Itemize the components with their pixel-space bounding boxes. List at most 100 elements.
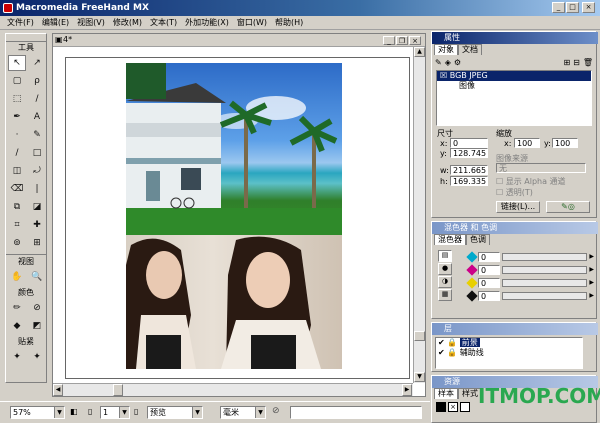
mixer-slider[interactable] xyxy=(502,278,588,287)
horizontal-scroll-thumb[interactable] xyxy=(113,384,123,396)
menu-window[interactable]: 窗口(W) xyxy=(233,16,271,29)
units-select[interactable]: 毫米 ▼ xyxy=(220,406,266,419)
transform-icon[interactable]: ◫ xyxy=(8,163,26,179)
page-icon[interactable]: ▯ xyxy=(88,407,98,418)
lasso-icon[interactable]: ρ xyxy=(28,73,46,89)
slider-arrow-icon[interactable]: ▶ xyxy=(589,253,594,260)
menu-text[interactable]: 文本(T) xyxy=(146,16,181,29)
menu-help[interactable]: 帮助(H) xyxy=(271,16,307,29)
portrait-photo[interactable] xyxy=(126,235,342,369)
scroll-left-arrow[interactable]: ◀ xyxy=(53,384,63,396)
fill-icon[interactable]: ◈ xyxy=(445,58,451,68)
toolbox-grip[interactable] xyxy=(6,34,46,42)
rgb-button[interactable]: ● xyxy=(438,263,452,275)
horizontal-scrollbar[interactable]: ◀ ▶ xyxy=(53,383,413,396)
connector-icon[interactable]: ⊞ xyxy=(28,235,46,251)
snap-guide-icon[interactable]: ✦ xyxy=(28,349,46,365)
layer-row-guides[interactable]: ✔ 🔒 辅助线 xyxy=(436,348,582,358)
pencil-icon[interactable]: ✎ xyxy=(28,127,46,143)
alpha-checkbox[interactable]: ☐ 显示 Alpha 通道 xyxy=(496,176,566,187)
beach-photo[interactable] xyxy=(126,63,342,235)
tab-swatches[interactable]: 样本 xyxy=(434,388,458,399)
x-field[interactable]: 0 xyxy=(450,138,488,148)
eyedropper-icon[interactable]: / xyxy=(28,91,46,107)
list-item-image[interactable]: ☒ BGB JPEG xyxy=(437,71,591,81)
scroll-up-arrow[interactable]: ▲ xyxy=(414,47,425,57)
mixer-slider[interactable] xyxy=(502,291,588,300)
stroke-color-icon[interactable]: ✏ xyxy=(8,300,26,316)
mixer-value-field[interactable]: 0 xyxy=(478,277,500,288)
slider-arrow-icon[interactable]: ▶ xyxy=(589,292,594,299)
rectangle-icon[interactable]: □ xyxy=(28,145,46,161)
doc-close-button[interactable]: × xyxy=(409,36,421,45)
image-source-select[interactable]: 无 xyxy=(496,163,586,173)
mixer-slider[interactable] xyxy=(502,265,588,274)
maximize-button[interactable]: □ xyxy=(566,2,579,13)
text-icon[interactable]: A xyxy=(28,109,46,125)
properties-panel-title[interactable]: 属性 xyxy=(432,32,598,44)
menu-view[interactable]: 视图(V) xyxy=(73,16,109,29)
w-field[interactable]: 211.665 xyxy=(450,165,488,175)
scale-icon[interactable]: ⬚ xyxy=(8,91,26,107)
app-icon[interactable] xyxy=(3,3,13,13)
delete-icon[interactable]: 🗑 xyxy=(583,58,593,68)
bezigon-icon[interactable]: · xyxy=(8,127,26,143)
cmyk-button[interactable]: ▤ xyxy=(438,250,452,262)
paint-icon[interactable]: ✚ xyxy=(28,217,46,233)
add-icon[interactable]: ⊞ xyxy=(563,58,570,68)
menu-file[interactable]: 文件(F) xyxy=(3,16,38,29)
page-prev-icon[interactable]: ◧ xyxy=(70,407,80,418)
menu-modify[interactable]: 修改(M) xyxy=(109,16,146,29)
hand-icon[interactable]: ✋ xyxy=(8,269,26,285)
scale-y-field[interactable]: 100 xyxy=(552,138,578,148)
page-next-icon[interactable]: ▯ xyxy=(134,407,144,418)
edit-image-button[interactable]: ✎◎ xyxy=(546,201,590,213)
mixer-value-field[interactable]: 0 xyxy=(478,251,500,262)
transparent-checkbox[interactable]: ☐ 透明(T) xyxy=(496,187,533,198)
y-field[interactable]: 128.745 xyxy=(450,148,488,158)
brush-icon[interactable]: ❘ xyxy=(28,181,46,197)
slider-arrow-icon[interactable]: ▶ xyxy=(589,279,594,286)
text-attr-icon[interactable]: ⚙ xyxy=(454,58,461,68)
pen-icon[interactable]: ✒ xyxy=(8,109,26,125)
mixer-slider[interactable] xyxy=(502,252,588,261)
fill-swatch[interactable] xyxy=(460,402,470,412)
tab-document[interactable]: 文档 xyxy=(458,44,482,55)
mixer-value-field[interactable]: 0 xyxy=(478,290,500,301)
tab-object[interactable]: 对象 xyxy=(434,44,458,55)
stroke-swatch[interactable] xyxy=(436,402,446,412)
zoom-select[interactable]: 57% ▼ xyxy=(10,406,65,419)
menu-xtras[interactable]: 外加功能(X) xyxy=(181,16,233,29)
list-item-graphic[interactable]: 图像 xyxy=(437,81,591,91)
mixer-value-field[interactable]: 0 xyxy=(478,264,500,275)
mixer-panel-title[interactable]: 混色器 和 色调 xyxy=(432,222,598,234)
scroll-down-arrow[interactable]: ▼ xyxy=(414,372,425,382)
none-swatch[interactable]: × xyxy=(448,402,458,412)
h-field[interactable]: 169.335 xyxy=(450,176,488,186)
remove-icon[interactable]: ⊟ xyxy=(573,58,580,68)
line-icon[interactable]: / xyxy=(8,145,26,161)
eye-icon[interactable]: ✔ xyxy=(438,348,445,357)
lock-icon[interactable]: 🔒 xyxy=(447,348,457,357)
scroll-right-arrow[interactable]: ▶ xyxy=(402,384,412,396)
vertical-scrollbar[interactable]: ▲ ▼ xyxy=(413,47,425,383)
freeform-icon[interactable]: ◪ xyxy=(28,199,46,215)
system-color-button[interactable]: ▦ xyxy=(438,289,452,301)
layer-row-foreground[interactable]: ✔ 🔒 前景 xyxy=(436,338,582,348)
crop-icon[interactable]: ⌗ xyxy=(8,217,26,233)
vertical-scroll-thumb[interactable] xyxy=(414,331,425,341)
view-mode-select[interactable]: 预览 ▼ xyxy=(147,406,203,419)
fill-color-icon[interactable]: ◆ xyxy=(8,318,26,334)
link-button[interactable]: 链接(L)... xyxy=(496,201,540,213)
eraser-icon[interactable]: ⌫ xyxy=(8,181,26,197)
doc-restore-button[interactable]: ❐ xyxy=(396,36,408,45)
no-color-icon[interactable]: ⊘ xyxy=(28,300,46,316)
eye-icon[interactable]: ✔ xyxy=(438,338,445,347)
snap-point-icon[interactable]: ✦ xyxy=(8,349,26,365)
stroke-icon[interactable]: ✎ xyxy=(435,58,442,68)
page-select[interactable]: 1 ▼ xyxy=(100,406,130,419)
layers-panel-title[interactable]: 层 xyxy=(432,323,598,335)
page-tool-icon[interactable]: ▢ xyxy=(8,73,26,89)
close-button[interactable]: × xyxy=(582,2,595,13)
subselect-icon[interactable]: ↗ xyxy=(28,55,46,71)
